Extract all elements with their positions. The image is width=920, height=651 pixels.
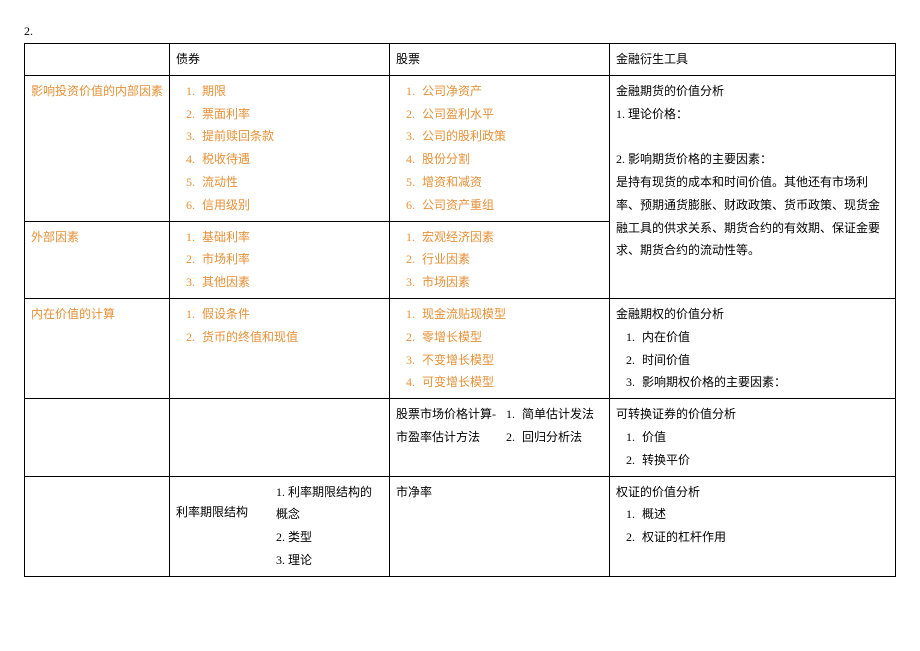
deriv-block1-line2: 2. 影响期货价格的主要因素： — [616, 148, 889, 171]
list-item: 其他因素 — [198, 271, 383, 294]
list-item: 概述 — [638, 503, 889, 526]
list-item: 公司盈利水平 — [418, 103, 603, 126]
deriv-block1-title: 金融期货的价值分析 — [616, 80, 889, 103]
row4-stocks: 股票市场价格计算-市盈率估计方法 简单估计发法 回归分析法 — [390, 399, 610, 476]
row1-stocks: 公司净资产 公司盈利水平 公司的股利政策 股份分割 增资和减资 公司资产重组 — [390, 75, 610, 221]
row5-deriv-title: 权证的价值分析 — [616, 481, 889, 504]
row2-bonds: 基础利率 市场利率 其他因素 — [170, 221, 390, 298]
page-number: 2. — [24, 24, 896, 39]
list-item: 行业因素 — [418, 248, 603, 271]
list-item: 公司资产重组 — [418, 194, 603, 217]
list-item: 不变增长模型 — [418, 349, 603, 372]
row5-col1 — [25, 476, 170, 576]
row5-bonds: 利率期限结构 1. 利率期限结构的概念 2. 类型 3. 理论 — [170, 476, 390, 576]
list-item: 假设条件 — [198, 303, 383, 326]
list-item: 零增长模型 — [418, 326, 603, 349]
list-item: 增资和减资 — [418, 171, 603, 194]
deriv-block1: 金融期货的价值分析 1. 理论价格： 2. 影响期货价格的主要因素： 是持有现货… — [610, 75, 896, 298]
list-item: 时间价值 — [638, 349, 889, 372]
list-item: 基础利率 — [198, 226, 383, 249]
row2-stocks: 宏观经济因素 行业因素 市场因素 — [390, 221, 610, 298]
list-item: 可变增长模型 — [418, 371, 603, 394]
row3-deriv: 金融期权的价值分析 内在价值 时间价值 影响期权价格的主要因素： — [610, 298, 896, 398]
list-item: 市场利率 — [198, 248, 383, 271]
header-col2: 债券 — [170, 44, 390, 76]
list-item: 宏观经济因素 — [418, 226, 603, 249]
header-col3: 股票 — [390, 44, 610, 76]
list-item: 公司的股利政策 — [418, 125, 603, 148]
row-price-pe: 股票市场价格计算-市盈率估计方法 简单估计发法 回归分析法 可转换证券的价值分析… — [25, 399, 896, 476]
row1-bonds: 期限 票面利率 提前赎回条款 税收待遇 流动性 信用级别 — [170, 75, 390, 221]
list-item: 权证的杠杆作用 — [638, 526, 889, 549]
list-item: 回归分析法 — [518, 426, 603, 449]
list-item: 信用级别 — [198, 194, 383, 217]
row1-label: 影响投资价值的内部因素 — [25, 75, 170, 221]
list-item: 内在价值 — [638, 326, 889, 349]
row5-bonds-left: 利率期限结构 — [176, 481, 276, 572]
list-item: 转换平价 — [638, 449, 889, 472]
header-col4: 金融衍生工具 — [610, 44, 896, 76]
row4-stocks-left: 股票市场价格计算-市盈率估计方法 — [396, 403, 496, 449]
row4-col2 — [170, 399, 390, 476]
row2-label: 外部因素 — [25, 221, 170, 298]
list-item: 影响期权价格的主要因素： — [638, 371, 889, 394]
list-item: 市场因素 — [418, 271, 603, 294]
list-item: 股份分割 — [418, 148, 603, 171]
list-item: 1. 利率期限结构的概念 — [276, 481, 383, 527]
row-internal-factors: 影响投资价值的内部因素 期限 票面利率 提前赎回条款 税收待遇 流动性 信用级别… — [25, 75, 896, 221]
row5-deriv: 权证的价值分析 概述 权证的杠杆作用 — [610, 476, 896, 576]
row-intrinsic-value: 内在价值的计算 假设条件 货币的终值和现值 现金流贴现模型 零增长模型 不变增长… — [25, 298, 896, 398]
row4-col1 — [25, 399, 170, 476]
main-table: 债券 股票 金融衍生工具 影响投资价值的内部因素 期限 票面利率 提前赎回条款 … — [24, 43, 896, 577]
list-item: 期限 — [198, 80, 383, 103]
list-item: 2. 类型 — [276, 526, 383, 549]
row5-stocks: 市净率 — [390, 476, 610, 576]
list-item: 简单估计发法 — [518, 403, 603, 426]
list-item: 公司净资产 — [418, 80, 603, 103]
row4-deriv-title: 可转换证券的价值分析 — [616, 403, 889, 426]
list-item: 货币的终值和现值 — [198, 326, 383, 349]
deriv-block1-line1: 1. 理论价格： — [616, 103, 889, 126]
list-item: 流动性 — [198, 171, 383, 194]
row-term-structure: 利率期限结构 1. 利率期限结构的概念 2. 类型 3. 理论 市净率 权证的价… — [25, 476, 896, 576]
row3-deriv-title: 金融期权的价值分析 — [616, 303, 889, 326]
list-item: 现金流贴现模型 — [418, 303, 603, 326]
row3-stocks: 现金流贴现模型 零增长模型 不变增长模型 可变增长模型 — [390, 298, 610, 398]
list-item: 价值 — [638, 426, 889, 449]
row3-label: 内在价值的计算 — [25, 298, 170, 398]
deriv-block1-body: 是持有现货的成本和时间价值。其他还有市场利率、预期通货膨胀、财政政策、货币政策、… — [616, 171, 889, 262]
list-item: 3. 理论 — [276, 549, 383, 572]
list-item: 税收待遇 — [198, 148, 383, 171]
header-col1 — [25, 44, 170, 76]
list-item: 提前赎回条款 — [198, 125, 383, 148]
header-row: 债券 股票 金融衍生工具 — [25, 44, 896, 76]
row4-deriv: 可转换证券的价值分析 价值 转换平价 — [610, 399, 896, 476]
list-item: 票面利率 — [198, 103, 383, 126]
row3-bonds: 假设条件 货币的终值和现值 — [170, 298, 390, 398]
